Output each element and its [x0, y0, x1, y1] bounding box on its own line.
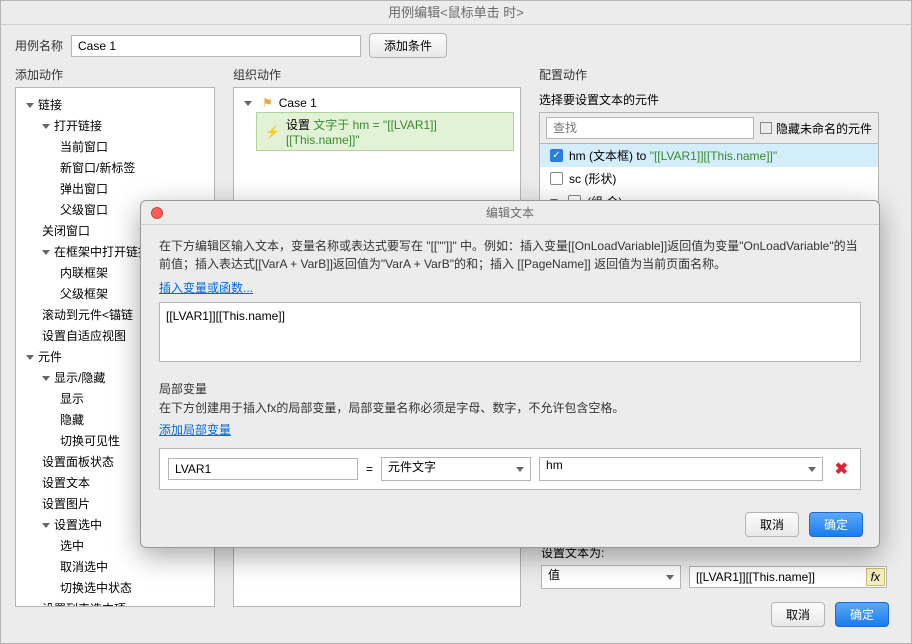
cfg-list-item[interactable]: sc (形状)	[540, 167, 878, 190]
close-icon[interactable]	[151, 207, 163, 219]
local-var-help: 在下方创建用于插入fx的局部变量，局部变量名称必须是字母、数字，不允许包含空格。	[159, 399, 861, 417]
set-text-value-input[interactable]	[689, 566, 887, 588]
org-action-row[interactable]: ⚡ 设置 文字于 hm = "[[LVAR1]][[This.name]]"	[256, 112, 514, 151]
main-ok-button[interactable]: 确定	[835, 602, 889, 627]
modal-ok-button[interactable]: 确定	[809, 512, 863, 537]
local-var-type-select[interactable]: 元件文字	[381, 457, 531, 481]
expression-editor[interactable]: [[LVAR1]][[This.name]]	[159, 302, 861, 362]
chevron-down-icon	[26, 355, 34, 360]
modal-title: 编辑文本	[141, 201, 879, 225]
organize-action-header: 组织动作	[233, 66, 521, 83]
checkbox-icon	[760, 122, 772, 134]
cfg-list-item[interactable]: ✓hm (文本框) to "[[LVAR1]][[This.name]]"	[540, 144, 878, 167]
local-var-name-input[interactable]	[168, 458, 358, 480]
modal-help-text: 在下方编辑区输入文本，变量名称或表达式要写在 "[[""]]" 中。例如：插入变…	[159, 237, 861, 273]
checkbox-icon[interactable]	[550, 172, 563, 185]
org-case-label: Case 1	[279, 96, 317, 110]
add-local-var-link[interactable]: 添加局部变量	[159, 421, 861, 438]
tree-item[interactable]: 弹出窗口	[16, 178, 214, 199]
window-title: 用例编辑<鼠标单击 时>	[1, 1, 911, 25]
chevron-down-icon	[42, 376, 50, 381]
tree-item[interactable]: 取消选中	[16, 556, 214, 577]
case-name-input[interactable]	[71, 35, 361, 57]
local-var-target-select[interactable]: hm	[539, 457, 823, 481]
set-text-value-wrap: fx	[689, 566, 887, 588]
equals-label: =	[366, 462, 373, 476]
chevron-down-icon	[244, 101, 252, 106]
case-name-row: 用例名称 添加条件	[1, 25, 911, 66]
tree-item[interactable]: 当前窗口	[16, 136, 214, 157]
configure-action-header: 配置动作	[539, 66, 879, 83]
local-var-row: = 元件文字 hm ✖	[159, 448, 861, 490]
chevron-down-icon	[26, 103, 34, 108]
tree-item[interactable]: 链接	[16, 94, 214, 115]
cfg-widget-list[interactable]: ✓hm (文本框) to "[[LVAR1]][[This.name]]"sc …	[539, 143, 879, 203]
case-name-label: 用例名称	[15, 37, 63, 54]
org-case-row[interactable]: ⚑ Case 1	[240, 94, 514, 112]
chevron-down-icon	[42, 250, 50, 255]
chevron-down-icon	[42, 124, 50, 129]
chevron-down-icon	[42, 523, 50, 528]
main-footer: 取消 确定	[755, 592, 905, 637]
add-action-header: 添加动作	[15, 66, 215, 83]
main-cancel-button[interactable]: 取消	[771, 602, 825, 627]
modal-cancel-button[interactable]: 取消	[745, 512, 799, 537]
checkbox-icon[interactable]: ✓	[550, 149, 563, 162]
cfg-toolbar: 隐藏未命名的元件	[539, 112, 879, 143]
hide-unnamed-checkbox[interactable]: 隐藏未命名的元件	[760, 120, 872, 137]
modal-footer: 取消 确定	[141, 502, 879, 547]
flag-icon: ⚑	[262, 96, 273, 110]
tree-item[interactable]: 打开链接	[16, 115, 214, 136]
cfg-search-input[interactable]	[546, 117, 754, 139]
delete-var-button[interactable]: ✖	[831, 459, 852, 479]
add-condition-button[interactable]: 添加条件	[369, 33, 447, 58]
set-text-section: 设置文本为: 值 fx	[541, 544, 887, 589]
bolt-icon: ⚡	[265, 125, 280, 139]
tree-item[interactable]: 新窗口/新标签	[16, 157, 214, 178]
set-text-type-select[interactable]: 值	[541, 565, 681, 589]
cfg-select-label: 选择要设置文本的元件	[539, 91, 879, 108]
fx-button[interactable]: fx	[866, 568, 885, 586]
local-var-section-label: 局部变量	[159, 380, 861, 397]
insert-var-link[interactable]: 插入变量或函数...	[159, 279, 861, 296]
tree-item[interactable]: 切换选中状态	[16, 577, 214, 598]
org-action-text: 设置 文字于 hm = "[[LVAR1]][[This.name]]"	[286, 116, 505, 147]
tree-item[interactable]: 设置列表选中项	[16, 598, 214, 607]
edit-text-modal: 编辑文本 在下方编辑区输入文本，变量名称或表达式要写在 "[[""]]" 中。例…	[140, 200, 880, 548]
